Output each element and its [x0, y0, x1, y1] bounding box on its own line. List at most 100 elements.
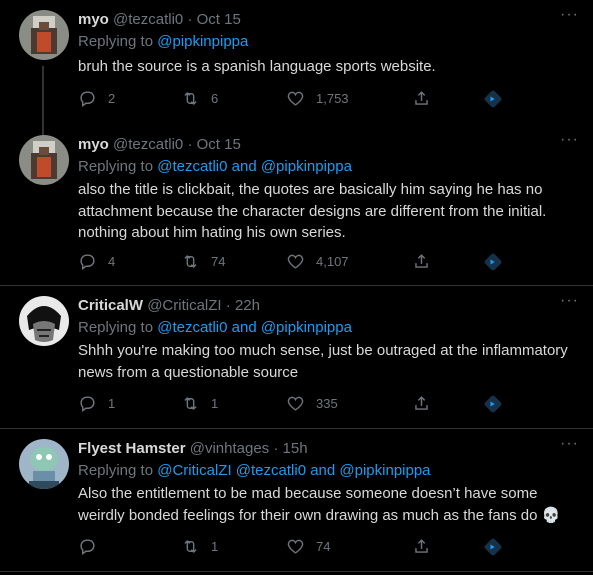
analytics-icon	[484, 253, 502, 271]
tweet-header: CriticalW @CriticalZI · 22h	[78, 296, 260, 316]
divider	[0, 285, 593, 286]
reply-button[interactable]	[78, 537, 108, 556]
avatar[interactable]	[19, 439, 69, 489]
retweet-count: 1	[211, 396, 219, 411]
separator-dot: ·	[187, 136, 193, 153]
display-name[interactable]: Flyest Hamster	[78, 440, 186, 457]
timestamp[interactable]: 15h	[283, 440, 308, 457]
tweet-text: also the title is clickbait, the quotes …	[78, 181, 547, 241]
retweet-icon	[184, 255, 197, 268]
retweet-count: 6	[211, 91, 219, 106]
avatar[interactable]	[19, 135, 69, 185]
like-count: 1,753	[316, 91, 349, 106]
tweet-text: Shhh you're making too much sense, just …	[78, 342, 568, 381]
divider	[0, 428, 593, 429]
reply-button[interactable]: 4	[78, 252, 115, 271]
avatar[interactable]	[19, 296, 69, 346]
replying-label: Replying to	[78, 319, 154, 336]
retweet-button[interactable]: 1	[181, 394, 218, 413]
reply-count: 1	[108, 396, 116, 411]
tweet-header: myo @tezcatli0 · Oct 15	[78, 10, 241, 30]
retweet-button[interactable]: 6	[181, 89, 218, 108]
like-count: 74	[316, 539, 331, 554]
replying-to: Replying to @CriticalZI @tezcatli0 and @…	[78, 461, 431, 481]
tweet-text: Also the entitlement to be mad because s…	[78, 485, 561, 524]
like-icon	[287, 91, 304, 106]
reply-count: 4	[108, 254, 116, 269]
reply-button[interactable]: 2	[78, 89, 115, 108]
like-button[interactable]: 335	[286, 394, 338, 413]
reply-icon	[80, 539, 95, 556]
like-button[interactable]: 4,107	[286, 252, 349, 271]
tweet-header: myo @tezcatli0 · Oct 15	[78, 135, 241, 155]
retweet-button[interactable]: 1	[181, 537, 218, 556]
analytics-button[interactable]	[483, 89, 503, 114]
retweet-icon	[184, 540, 197, 553]
share-icon	[415, 396, 428, 410]
like-button[interactable]: 1,753	[286, 89, 349, 108]
action-bar: 2 6 1,753	[78, 89, 518, 109]
mention-link[interactable]: @CriticalZI @tezcatli0 and @pipkinpippa	[157, 462, 430, 479]
reply-icon	[80, 91, 95, 108]
display-name[interactable]: myo	[78, 136, 109, 153]
replying-label: Replying to	[78, 33, 154, 50]
user-handle[interactable]: @tezcatli0	[113, 11, 183, 28]
replying-label: Replying to	[78, 158, 154, 175]
analytics-icon	[484, 395, 502, 413]
like-icon	[287, 396, 304, 411]
tweet-text: bruh the source is a spanish language sp…	[78, 58, 436, 75]
share-button[interactable]	[412, 537, 442, 556]
avatar[interactable]	[19, 10, 69, 60]
timestamp[interactable]: Oct 15	[197, 11, 241, 28]
share-icon	[415, 91, 428, 105]
thread-line	[42, 66, 44, 138]
reply-count: 2	[108, 91, 116, 106]
analytics-icon	[484, 538, 502, 556]
action-bar: 1 1 335	[78, 394, 518, 414]
retweet-button[interactable]: 74	[181, 252, 225, 271]
mention-link[interactable]: @pipkinpippa	[157, 33, 248, 50]
user-handle[interactable]: @vinhtages	[190, 440, 269, 457]
retweet-count: 74	[211, 254, 226, 269]
reply-icon	[80, 254, 95, 271]
share-icon	[415, 539, 428, 553]
more-icon[interactable]: ···	[560, 6, 579, 24]
mention-link[interactable]: @tezcatli0 and @pipkinpippa	[157, 319, 352, 336]
display-name[interactable]: CriticalW	[78, 297, 143, 314]
user-handle[interactable]: @CriticalZI	[147, 297, 221, 314]
separator-dot: ·	[273, 440, 279, 457]
tweet[interactable]: CriticalW @CriticalZI · 22h ··· Replying…	[0, 292, 593, 421]
share-button[interactable]	[412, 252, 442, 271]
replying-to: Replying to @pipkinpippa	[78, 32, 248, 52]
analytics-icon	[484, 90, 502, 108]
mention-link[interactable]: @tezcatli0 and @pipkinpippa	[157, 158, 352, 175]
tweet[interactable]: myo @tezcatli0 · Oct 15 ··· Replying to …	[0, 131, 593, 285]
analytics-button[interactable]	[483, 394, 503, 419]
analytics-button[interactable]	[483, 537, 503, 562]
tweet[interactable]: Flyest Hamster @vinhtages · 15h ··· Repl…	[0, 435, 593, 569]
action-bar: 1 74	[78, 537, 518, 557]
more-icon[interactable]: ···	[560, 131, 579, 149]
analytics-button[interactable]	[483, 252, 503, 277]
like-count: 335	[316, 396, 338, 411]
timestamp[interactable]: 22h	[235, 297, 260, 314]
reply-icon	[80, 396, 95, 413]
user-handle[interactable]: @tezcatli0	[113, 136, 183, 153]
timestamp[interactable]: Oct 15	[197, 136, 241, 153]
share-button[interactable]	[412, 394, 442, 413]
retweet-icon	[184, 397, 197, 410]
reply-button[interactable]: 1	[78, 394, 115, 413]
more-icon[interactable]: ···	[560, 292, 579, 310]
separator-dot: ·	[225, 297, 231, 314]
more-icon[interactable]: ···	[560, 435, 579, 453]
tweet-header: Flyest Hamster @vinhtages · 15h	[78, 439, 308, 459]
separator-dot: ·	[187, 11, 193, 28]
action-bar: 4 74 4,107	[78, 252, 518, 272]
share-button[interactable]	[412, 89, 442, 108]
divider	[0, 571, 593, 572]
tweet[interactable]: myo @tezcatli0 · Oct 15 ··· Replying to …	[0, 6, 593, 138]
display-name[interactable]: myo	[78, 11, 109, 28]
like-button[interactable]: 74	[286, 537, 330, 556]
replying-label: Replying to	[78, 462, 154, 479]
like-icon	[287, 539, 304, 554]
